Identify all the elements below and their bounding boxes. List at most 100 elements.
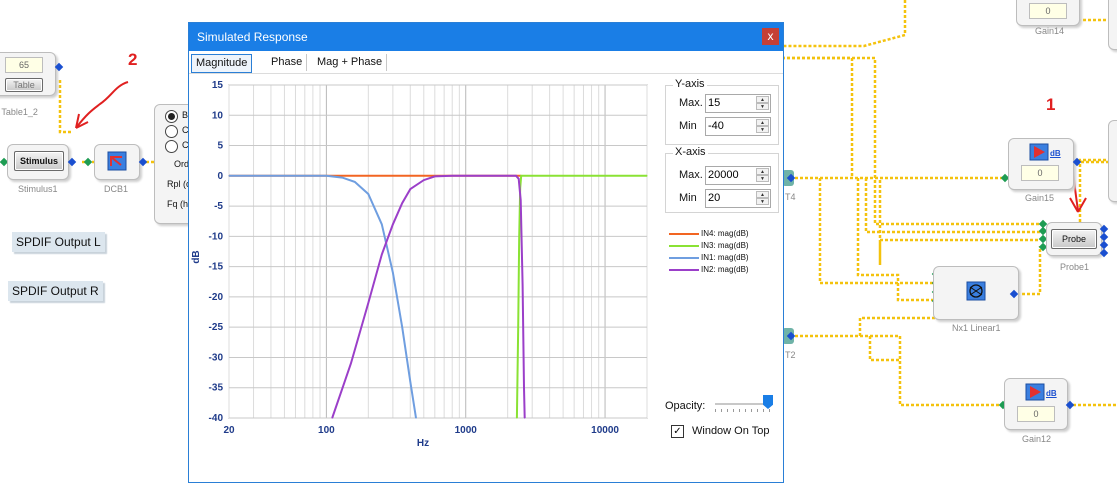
series-point <box>381 223 383 225</box>
gain12-block[interactable]: dB 0 <box>1004 378 1068 430</box>
spin-down-icon[interactable]: ▼ <box>756 198 769 205</box>
radio-option-2[interactable] <box>165 125 178 138</box>
tab-mag-phase[interactable]: Mag + Phase <box>313 54 388 71</box>
close-button[interactable]: x <box>762 28 779 45</box>
y-axis-label: dB <box>191 250 202 263</box>
stimulus-block[interactable]: Stimulus <box>7 144 69 180</box>
y-max-input[interactable] <box>706 95 754 110</box>
stimulus-caption: Stimulus1 <box>18 184 58 194</box>
y-min-input[interactable] <box>706 118 754 133</box>
series-point <box>392 272 394 274</box>
gain14-block[interactable]: 0 <box>1016 0 1080 26</box>
y-max-label: Max. <box>679 97 703 109</box>
series-point <box>350 362 352 365</box>
series-point <box>401 202 403 204</box>
y-tick-label: -40 <box>209 413 224 424</box>
series-point <box>331 417 333 419</box>
annotation-number-2: 2 <box>128 50 138 69</box>
x-min-input[interactable] <box>706 190 754 205</box>
spin-up-icon[interactable]: ▲ <box>756 96 769 103</box>
lookup-table-block[interactable]: 65 Table <box>0 52 56 96</box>
x-max-spin-buttons[interactable]: ▲ ▼ <box>756 168 769 183</box>
radio-option-3[interactable] <box>165 140 178 153</box>
tab-phase[interactable]: Phase <box>267 54 308 71</box>
x-axis-label: Hz <box>417 438 429 449</box>
opacity-slider-thumb[interactable] <box>763 395 773 409</box>
y-min-spinner[interactable]: ▲▼ <box>705 117 771 136</box>
x-tick-label: 10000 <box>591 425 619 436</box>
offscreen-block[interactable] <box>1108 0 1117 50</box>
legend-swatch <box>669 268 699 271</box>
nx1-linear-block[interactable] <box>933 266 1019 320</box>
window-on-top-checkbox[interactable]: ✓ <box>671 425 684 438</box>
probe-button[interactable]: Probe <box>1051 229 1097 249</box>
radio-option-1[interactable] <box>165 110 178 123</box>
spin-down-icon[interactable]: ▼ <box>756 175 769 182</box>
y-min-spin-buttons[interactable]: ▲ ▼ <box>756 119 769 134</box>
y-tick-label: 15 <box>212 80 224 91</box>
x-max-spinner[interactable]: ▲▼ <box>705 166 771 185</box>
opacity-slider[interactable] <box>715 395 775 415</box>
spin-up-icon[interactable]: ▲ <box>756 119 769 126</box>
x-max-input[interactable] <box>706 167 754 182</box>
series-point <box>381 253 383 256</box>
series-point <box>367 302 369 304</box>
x-axis-group-title: X-axis <box>673 146 708 158</box>
gain15-block[interactable]: dB 0 <box>1008 138 1074 190</box>
x-tick-label: 100 <box>318 425 335 436</box>
gain15-value: 0 <box>1021 165 1059 181</box>
y-min-label: Min <box>679 120 697 132</box>
wire-top <box>782 0 907 48</box>
series-point <box>518 178 520 180</box>
spin-down-icon[interactable]: ▼ <box>756 126 769 133</box>
wire-t2 <box>795 316 935 338</box>
probe-caption: Probe1 <box>1060 262 1090 272</box>
series-point <box>415 417 417 419</box>
spdif-output-right[interactable]: SPDIF Output R <box>8 281 103 301</box>
y-tick-label: 0 <box>217 171 223 182</box>
tab-magnitude[interactable]: Magnitude <box>191 54 253 73</box>
probe-block[interactable]: Probe <box>1046 222 1102 256</box>
plot-area <box>228 84 648 419</box>
y-max-spinner[interactable]: ▲▼ <box>705 94 771 113</box>
chart-grid <box>228 84 648 419</box>
x-tick-label: 20 <box>223 425 235 436</box>
x-max-label: Max. <box>679 169 703 181</box>
title-bar[interactable]: Simulated Response x <box>189 23 783 51</box>
x-tick-label: 1000 <box>455 425 478 436</box>
lookup-table-caption: p Table1_2 <box>0 107 38 117</box>
legend-item-in4: IN4: mag(dB) <box>669 229 749 238</box>
x-min-spinner[interactable]: ▲▼ <box>705 189 771 208</box>
wire-table-down <box>58 80 72 134</box>
opacity-slider-ticks <box>715 409 773 412</box>
simulated-response-window[interactable]: Simulated Response x Magnitude Phase Mag… <box>188 22 784 483</box>
gain15-db-label: dB <box>1050 149 1061 158</box>
mixer-icon <box>966 281 986 301</box>
stimulus-button[interactable]: Stimulus <box>14 151 64 171</box>
annotation-arrow-2 <box>75 81 129 129</box>
spdif-output-left[interactable]: SPDIF Output L <box>12 232 105 252</box>
magnitude-chart[interactable]: 15 10 5 0 -5 -10 -15 -20 -25 -30 -35 -4020 100 1000 10… <box>189 75 659 455</box>
order-label: Ord <box>174 159 190 169</box>
series-point <box>423 179 425 181</box>
window-on-top-label: Window On Top <box>692 425 770 437</box>
series-point <box>522 284 524 286</box>
offscreen-block-2[interactable] <box>1108 120 1117 202</box>
dcb-icon <box>107 151 127 171</box>
opacity-label: Opacity: <box>665 400 706 412</box>
y-max-spin-buttons[interactable]: ▲ ▼ <box>756 96 769 111</box>
gain14-value: 0 <box>1029 3 1067 19</box>
spin-down-icon[interactable]: ▼ <box>756 103 769 110</box>
dcb-block[interactable] <box>94 144 140 180</box>
series-point <box>521 175 523 177</box>
legend-swatch <box>669 232 699 235</box>
nx1-caption: Nx1 Linear1 <box>952 323 1001 333</box>
spin-up-icon[interactable]: ▲ <box>756 168 769 175</box>
legend-item-in3: IN3: mag(dB) <box>669 241 749 250</box>
t2-caption: T2 <box>785 350 796 360</box>
spin-up-icon[interactable]: ▲ <box>756 191 769 198</box>
table-button[interactable]: Table <box>5 78 43 92</box>
series-point <box>516 417 518 419</box>
x-min-spin-buttons[interactable]: ▲ ▼ <box>756 191 769 206</box>
series-point <box>520 199 522 201</box>
